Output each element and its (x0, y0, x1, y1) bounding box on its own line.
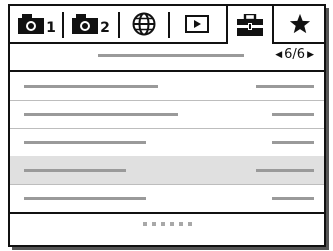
page-dot (178, 222, 183, 226)
pagination-dots (10, 222, 324, 226)
playback-icon (185, 15, 209, 33)
star-icon (289, 13, 311, 34)
page-number: 6/6 (284, 47, 306, 62)
page-dot (151, 222, 156, 226)
menu-row[interactable] (10, 128, 324, 156)
tab-number: 1 (46, 20, 56, 36)
tab-separator (62, 12, 64, 38)
menu-row-label-placeholder (24, 169, 126, 172)
menu-header: ◀ 6/6 ▶ (10, 44, 324, 72)
tab-playback[interactable] (172, 6, 222, 42)
menu-row-value-placeholder (272, 141, 314, 144)
menu-row[interactable] (10, 100, 324, 128)
page-indicator[interactable]: ◀ 6/6 ▶ (275, 47, 314, 62)
toolbox-icon (237, 14, 263, 36)
menu-title-placeholder (98, 54, 244, 57)
tab-separator (168, 12, 170, 38)
menu-row-label-placeholder (24, 85, 158, 88)
menu-row-label-placeholder (24, 141, 146, 144)
list-bottom-border (10, 212, 324, 214)
globe-icon (132, 12, 156, 36)
menu-row-value-placeholder (256, 169, 314, 172)
tab-setup[interactable] (226, 4, 274, 44)
page-dot (187, 222, 192, 226)
prev-page-arrow[interactable]: ◀ (275, 50, 282, 60)
menu-row[interactable] (10, 72, 324, 100)
page-dot (142, 222, 147, 226)
next-page-arrow[interactable]: ▶ (307, 50, 314, 60)
menu-row-value-placeholder (272, 197, 314, 200)
menu-row[interactable] (10, 184, 324, 212)
tab-camera-2[interactable]: 2 (66, 6, 116, 42)
menu-row-label-placeholder (24, 197, 146, 200)
menu-row-value-placeholder (272, 113, 314, 116)
camera-2-icon (72, 14, 99, 34)
tab-separator (118, 12, 120, 38)
menu-row-label-placeholder (24, 113, 178, 116)
camera-1-icon (18, 14, 45, 34)
menu-frame: 1 2 ◀ 6/6 ▶ (8, 4, 326, 247)
page-dot (169, 222, 174, 226)
tab-number: 2 (100, 20, 110, 36)
tab-camera-1[interactable]: 1 (14, 6, 60, 42)
menu-row-value-placeholder (256, 85, 314, 88)
tab-network[interactable] (122, 6, 166, 42)
tab-bar: 1 2 (10, 4, 324, 44)
tab-my-menu[interactable] (276, 6, 324, 42)
page-dot (160, 222, 165, 226)
menu-row-selected[interactable] (10, 156, 324, 184)
frame-shadow-bottom (12, 247, 329, 250)
frame-shadow-right (326, 8, 329, 248)
